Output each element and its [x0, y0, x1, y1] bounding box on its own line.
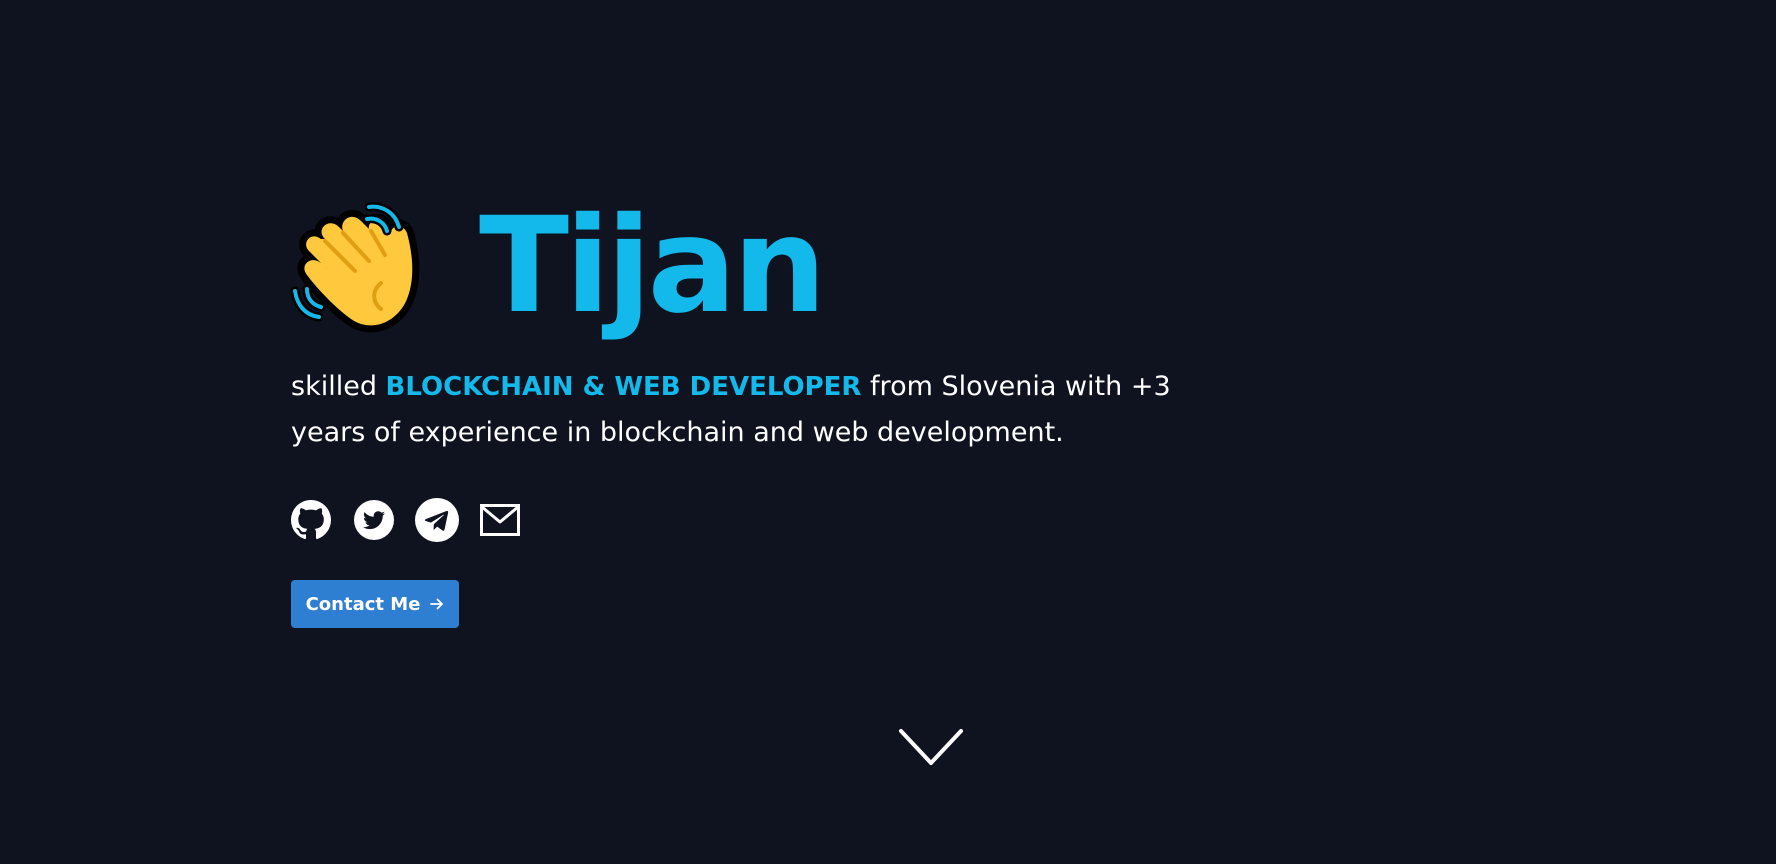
hero-name: Tijan — [479, 189, 827, 343]
telegram-link[interactable] — [415, 498, 459, 542]
chevron-down-icon — [898, 729, 964, 774]
waving-hand-icon — [285, 195, 431, 341]
scroll-down-button[interactable] — [898, 726, 964, 770]
social-links — [291, 498, 1191, 542]
twitter-link[interactable] — [354, 500, 394, 540]
arrow-right-icon — [430, 597, 444, 611]
twitter-icon — [354, 500, 394, 540]
hero-section: Tijan skilled BLOCKCHAIN & WEB DEVELOPER… — [290, 189, 1191, 628]
github-icon — [291, 500, 331, 540]
github-link[interactable] — [291, 500, 331, 540]
description-prefix: skilled — [291, 371, 386, 402]
hero-title-row: Tijan — [290, 189, 1191, 344]
hero-description: skilled BLOCKCHAIN & WEB DEVELOPER from … — [291, 364, 1191, 456]
page: Tijan skilled BLOCKCHAIN & WEB DEVELOPER… — [0, 0, 1776, 864]
mail-icon — [480, 504, 520, 536]
mail-link[interactable] — [480, 500, 520, 540]
contact-button-label: Contact Me — [305, 593, 421, 615]
telegram-icon — [415, 498, 459, 542]
contact-me-button[interactable]: Contact Me — [291, 580, 459, 628]
role-highlight: BLOCKCHAIN & WEB DEVELOPER — [385, 372, 862, 402]
